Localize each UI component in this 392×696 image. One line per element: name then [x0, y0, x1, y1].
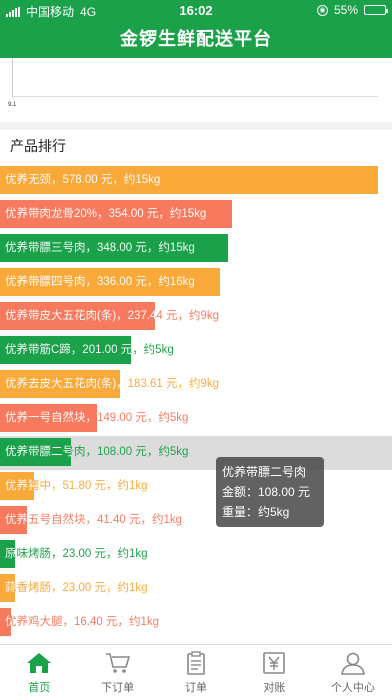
- rotation-lock-icon: ◉: [316, 4, 328, 16]
- tab-label: 对账: [263, 682, 286, 694]
- tooltip-weight: 重量：约5kg: [222, 505, 290, 519]
- home-icon: [27, 653, 52, 673]
- ranking-label: 蒜香烤肠，23.00 元，约1kg: [5, 582, 148, 594]
- ranking-row[interactable]: 优养去皮大五花肉(条)，183.61 元，约9kg: [0, 368, 392, 402]
- tab-label: 个人中心: [330, 682, 375, 694]
- ranking-label: 优养五号自然块，41.40 元，约1kg: [5, 514, 183, 526]
- tooltip-amount: 金额：108.00 元: [222, 485, 311, 499]
- ranking-label: 优养带筋C蹄，201.00 元，约5kg: [5, 344, 174, 356]
- battery-percent: 55%: [333, 3, 358, 17]
- tooltip-product-name: 优养带膘二号肉: [222, 465, 307, 479]
- ranking-title: 产品排行: [10, 138, 66, 154]
- bar-tooltip: 优养带膘二号肉 金额：108.00 元 重量：约5kg: [216, 457, 324, 527]
- ranking-row[interactable]: 优养带膘四号肉，336.00 元，约16kg: [0, 266, 392, 300]
- battery-icon: [364, 5, 388, 15]
- section-divider: [0, 122, 392, 130]
- ranking-label: 优养一号自然块，149.00 元，约5kg: [5, 412, 189, 424]
- ranking-label: 优养带膘四号肉，336.00 元，约16kg: [5, 276, 195, 288]
- ranking-row[interactable]: 优养一号自然块，149.00 元，约5kg: [0, 402, 392, 436]
- tab-label: 下订单: [101, 682, 135, 694]
- tab-orders[interactable]: 订单: [157, 645, 235, 696]
- tab-place-order[interactable]: 下订单: [78, 645, 156, 696]
- clipboard-icon: [187, 651, 205, 675]
- tab-label: 订单: [185, 682, 208, 694]
- chart-tick-label: 9.1: [8, 102, 17, 108]
- status-bar: 中国移动 4G 16:02 ◉ 55%: [0, 0, 392, 20]
- page-title: 金锣生鲜配送平台: [0, 20, 392, 58]
- cart-icon: [105, 653, 130, 673]
- ranking-row[interactable]: 优养无颈，578.00 元，约15kg: [0, 164, 392, 198]
- ranking-row[interactable]: 优养五号自然块，41.40 元，约1kg: [0, 504, 392, 538]
- ranking-row[interactable]: 优养猪中，51.80 元，约1kg: [0, 470, 392, 504]
- ranking-label: 优养带皮大五花肉(条)，237.44 元，约9kg: [5, 310, 220, 322]
- status-right: ◉ 55%: [316, 3, 388, 17]
- ranking-label: 优养猪中，51.80 元，约1kg: [5, 480, 148, 492]
- ranking-row[interactable]: 优养带膘三号肉，348.00 元，约15kg: [0, 232, 392, 266]
- tab-home[interactable]: 首页: [0, 645, 78, 696]
- ranking-row[interactable]: 优养带肉龙骨20%，354.00 元，约15kg: [0, 198, 392, 232]
- person-icon: [340, 652, 365, 675]
- ranking-row[interactable]: 原味烤肠，23.00 元，约1kg: [0, 538, 392, 572]
- product-ranking-chart: 优养无颈，578.00 元，约15kg 优养带肉龙骨20%，354.00 元，约1…: [0, 164, 392, 644]
- tab-reconciliation[interactable]: 对账: [235, 645, 313, 696]
- ranking-label: 优养带膘三号肉，348.00 元，约15kg: [5, 242, 195, 254]
- ranking-label: 优养无颈，578.00 元，约15kg: [5, 174, 161, 186]
- tab-label: 首页: [28, 682, 51, 694]
- ranking-label: 优养鸡大腿，16.40 元，约1kg: [5, 616, 160, 628]
- ranking-label: 优养带肉龙骨20%，354.00 元，约15kg: [5, 208, 207, 220]
- ranking-label: 原味烤肠，23.00 元，约1kg: [5, 548, 148, 560]
- ranking-row[interactable]: 优养带膘二号肉，108.00 元，约5kg: [0, 436, 392, 470]
- ranking-label: 优养带膘二号肉，108.00 元，约5kg: [5, 446, 189, 458]
- ranking-row[interactable]: 优养带皮大五花肉(条)，237.44 元，约9kg: [0, 300, 392, 334]
- ranking-row[interactable]: 优养带筋C蹄，201.00 元，约5kg: [0, 334, 392, 368]
- ranking-row[interactable]: 优养鸡大腿，16.40 元，约1kg: [0, 606, 392, 640]
- yen-icon: [263, 652, 286, 674]
- chart-y-axis: [12, 58, 13, 98]
- tab-profile[interactable]: 个人中心: [314, 645, 392, 696]
- ranking-label: 优养去皮大五花肉(条)，183.61 元，约9kg: [5, 378, 220, 390]
- chart-x-axis: [12, 96, 378, 97]
- trend-chart: 9.1: [8, 58, 384, 118]
- tab-bar: 首页 下订单 订单 对账 个人中心: [0, 644, 392, 696]
- ranking-row[interactable]: 蒜香烤肠，23.00 元，约1kg: [0, 572, 392, 606]
